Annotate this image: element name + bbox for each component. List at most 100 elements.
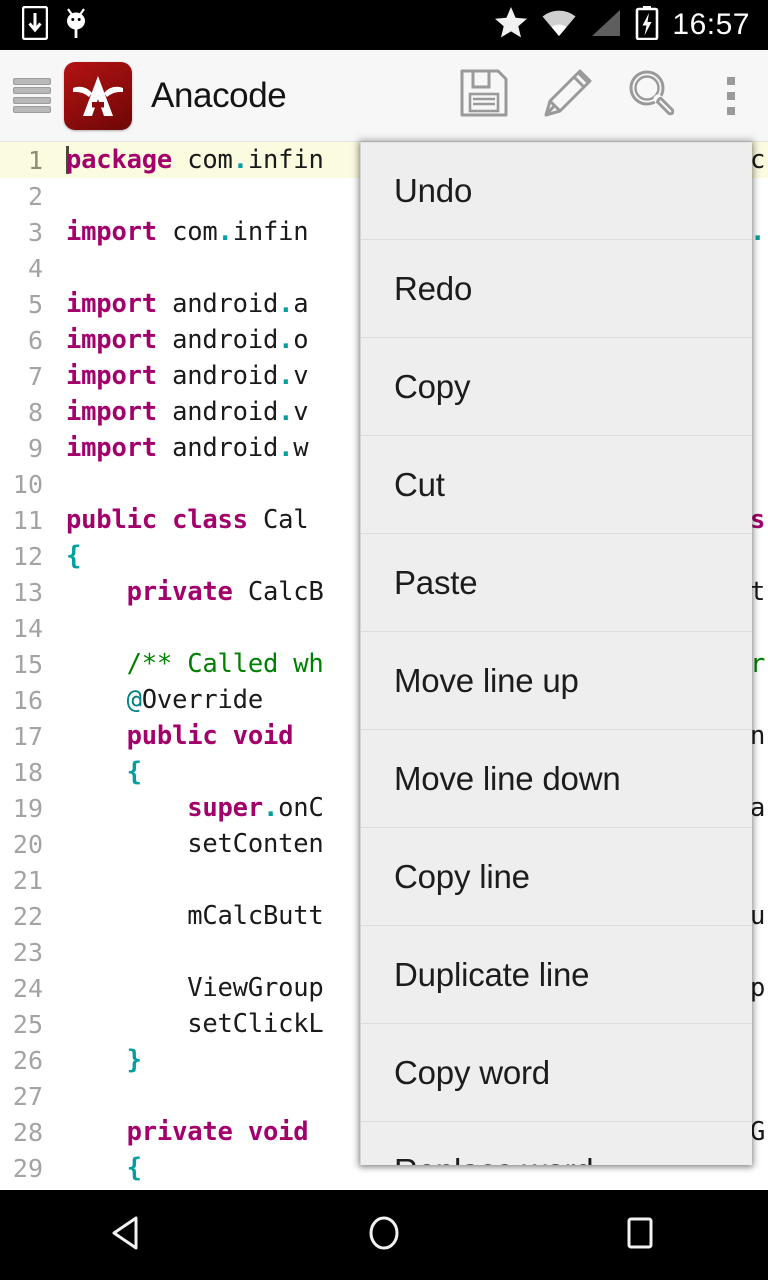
back-button[interactable] bbox=[48, 1190, 208, 1280]
line-number: 7 bbox=[27, 361, 43, 391]
code-text-tail: r bbox=[750, 649, 766, 679]
code-text-tail: . bbox=[750, 217, 766, 247]
code-text: import com.infin bbox=[66, 217, 309, 247]
line-number: 20 bbox=[12, 829, 43, 859]
line-number: 19 bbox=[12, 793, 43, 823]
context-menu-item-paste[interactable]: Paste bbox=[361, 534, 752, 632]
line-number: 22 bbox=[12, 901, 43, 931]
code-text: mCalcButt bbox=[66, 901, 324, 931]
edit-button[interactable] bbox=[526, 50, 610, 142]
line-number: 3 bbox=[27, 217, 43, 247]
line-number: 6 bbox=[27, 325, 43, 355]
search-button[interactable] bbox=[610, 50, 694, 142]
context-menu[interactable]: Undo Redo Copy Cut Paste Move line up Move lin… bbox=[360, 142, 752, 1165]
code-text: import android.v bbox=[66, 397, 309, 427]
status-bar-clock: 16:57 bbox=[672, 8, 750, 41]
context-menu-item-copy-word[interactable]: Copy word bbox=[361, 1024, 752, 1122]
context-menu-item-replace-word[interactable]: Replace word bbox=[361, 1122, 752, 1166]
hamburger-icon[interactable] bbox=[4, 76, 60, 115]
code-text-tail: a bbox=[750, 793, 766, 823]
code-text: public void bbox=[126, 721, 294, 751]
line-number: 8 bbox=[27, 397, 43, 427]
code-text-tail: t bbox=[750, 577, 766, 607]
context-menu-item-duplicate-line[interactable]: Duplicate line bbox=[361, 926, 752, 1024]
pencil-icon bbox=[541, 66, 595, 125]
line-number: 5 bbox=[27, 289, 43, 319]
line-number: 4 bbox=[27, 253, 43, 283]
context-menu-item-copy-line[interactable]: Copy line bbox=[361, 828, 752, 926]
toolbar-actions bbox=[442, 50, 768, 142]
line-number: 26 bbox=[12, 1045, 43, 1075]
code-text: } bbox=[126, 1045, 142, 1075]
context-menu-item-redo[interactable]: Redo bbox=[361, 240, 752, 338]
code-text-tail: G bbox=[750, 1117, 766, 1147]
line-number: 2 bbox=[27, 181, 43, 211]
code-text: import android.w bbox=[66, 433, 309, 463]
code-text: private CalcB bbox=[126, 577, 324, 607]
home-circle-icon bbox=[361, 1210, 407, 1261]
line-number: 17 bbox=[12, 721, 43, 751]
code-text: private void bbox=[126, 1117, 309, 1147]
code-text: import android.a bbox=[66, 289, 309, 319]
context-menu-item-undo[interactable]: Undo bbox=[361, 142, 752, 240]
code-text-tail: c bbox=[750, 145, 766, 175]
context-menu-item-cut[interactable]: Cut bbox=[361, 436, 752, 534]
line-number: 10 bbox=[12, 469, 43, 499]
magnifier-icon bbox=[625, 66, 679, 125]
code-text: public class Cal bbox=[66, 505, 309, 535]
line-number: 29 bbox=[12, 1153, 43, 1183]
line-number: 9 bbox=[27, 433, 43, 463]
recents-button[interactable] bbox=[560, 1190, 720, 1280]
context-menu-item-move-line-up[interactable]: Move line up bbox=[361, 632, 752, 730]
line-number: 14 bbox=[12, 613, 43, 643]
system-nav-bar bbox=[0, 1190, 768, 1280]
code-text: { bbox=[66, 541, 82, 571]
code-text: { bbox=[126, 757, 142, 787]
context-menu-item-copy[interactable]: Copy bbox=[361, 338, 752, 436]
status-bar: 16:57 bbox=[0, 0, 768, 50]
line-number: 15 bbox=[12, 649, 43, 679]
wifi-icon bbox=[541, 9, 577, 42]
code-text-tail: u bbox=[750, 901, 766, 931]
line-number: 27 bbox=[12, 1081, 43, 1111]
line-number: 28 bbox=[12, 1117, 43, 1147]
line-number: 11 bbox=[12, 505, 43, 535]
code-text: setConten bbox=[66, 829, 324, 859]
overflow-menu-icon[interactable] bbox=[694, 50, 768, 142]
star-icon bbox=[494, 6, 528, 44]
line-number: 13 bbox=[12, 577, 43, 607]
floppy-disk-icon bbox=[458, 67, 510, 124]
line-number: 16 bbox=[12, 685, 43, 715]
line-number: 18 bbox=[12, 757, 43, 787]
code-text-tail: n bbox=[750, 721, 766, 751]
line-number: 23 bbox=[12, 937, 43, 967]
code-text: ViewGroup bbox=[66, 973, 324, 1003]
app-toolbar: Anacode bbox=[0, 50, 768, 142]
app-screen: 16:57 Anacode 1 package com.infin c 2 3 … bbox=[0, 0, 768, 1280]
save-button[interactable] bbox=[442, 50, 526, 142]
anacode-logo-icon bbox=[64, 61, 132, 130]
back-triangle-icon bbox=[105, 1210, 151, 1261]
code-text-tail: s bbox=[750, 505, 766, 535]
code-text: package com.infin bbox=[66, 145, 324, 175]
download-to-device-icon bbox=[21, 5, 49, 45]
code-text: setClickL bbox=[66, 1009, 324, 1039]
status-bar-left-icons bbox=[0, 5, 90, 45]
code-text: import android.o bbox=[66, 325, 309, 355]
line-number: 1 bbox=[27, 145, 43, 175]
context-menu-item-move-line-down[interactable]: Move line down bbox=[361, 730, 752, 828]
app-title: Anacode bbox=[151, 75, 287, 115]
android-head-icon bbox=[62, 6, 90, 45]
code-text: { bbox=[126, 1153, 142, 1183]
recents-square-icon bbox=[617, 1210, 663, 1261]
cell-signal-icon bbox=[590, 9, 622, 42]
line-number: 21 bbox=[12, 865, 43, 895]
home-button[interactable] bbox=[304, 1190, 464, 1280]
code-text: @Override bbox=[126, 685, 264, 715]
line-number: 12 bbox=[12, 541, 43, 571]
code-text: import android.v bbox=[66, 361, 309, 391]
code-text: super.onC bbox=[187, 793, 324, 823]
context-menu-list: Undo Redo Copy Cut Paste Move line up Move lin… bbox=[361, 142, 752, 1165]
line-number: 24 bbox=[12, 973, 43, 1003]
code-text: /** Called wh bbox=[126, 649, 324, 679]
